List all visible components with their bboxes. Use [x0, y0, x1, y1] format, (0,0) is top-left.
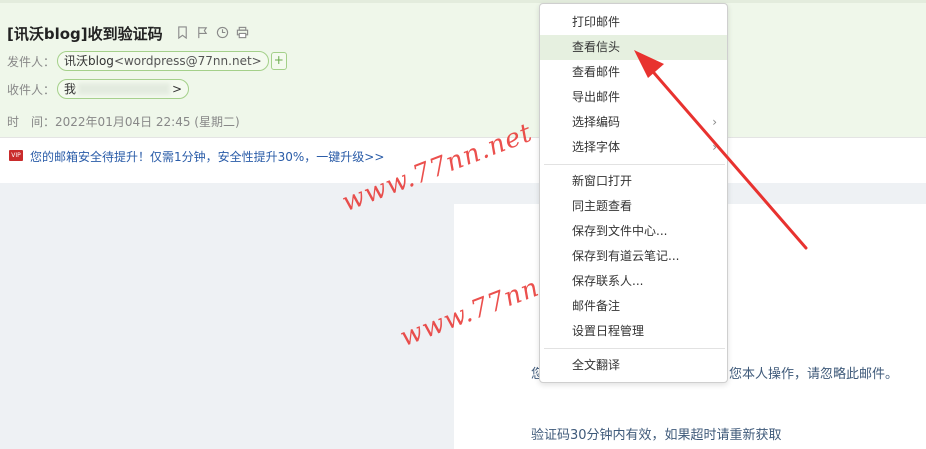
menu-item-label: 同主题查看 — [572, 199, 633, 213]
menu-item-label: 邮件备注 — [572, 299, 621, 313]
to-label: 收件人： — [7, 82, 56, 97]
menu-item-label: 新窗口打开 — [572, 174, 633, 188]
menu-item-view-header[interactable]: 查看信头 — [540, 35, 727, 60]
menu-item-export[interactable]: 导出邮件 — [540, 85, 727, 110]
menu-item-label: 选择编码 — [572, 115, 621, 129]
menu-item-label: 查看邮件 — [572, 65, 621, 79]
context-menu: 打印邮件 查看信头 查看邮件 导出邮件 选择编码 › 选择字体 › 新窗口打开 同主… — [539, 3, 728, 383]
menu-item-label: 选择字体 — [572, 140, 621, 154]
menu-divider — [544, 348, 725, 349]
menu-item-label: 保存联系人... — [572, 274, 644, 288]
menu-item-view-mail[interactable]: 查看邮件 — [540, 60, 727, 85]
security-upgrade-link[interactable]: 您的邮箱安全待提升！仅需1分钟，安全性提升30%，一键升级>> — [30, 148, 384, 165]
menu-item-label: 全文翻译 — [572, 358, 621, 372]
flag-icon[interactable] — [195, 25, 209, 39]
subject-toolbar — [175, 25, 249, 39]
menu-item-save-contact[interactable]: 保存联系人... — [540, 269, 727, 294]
to-row: 收件人： 我 > — [7, 79, 190, 99]
menu-item-same-topic[interactable]: 同主题查看 — [540, 194, 727, 219]
menu-item-label: 导出邮件 — [572, 90, 621, 104]
time-label: 时 间： — [7, 115, 56, 129]
mail-subject: [讯沃blog]收到验证码 — [7, 25, 163, 43]
sender-address: <wordpress@77nn.net> — [113, 54, 262, 68]
vip-badge-icon: VIP — [9, 150, 23, 161]
menu-item-save-youdao[interactable]: 保存到有道云笔记... — [540, 244, 727, 269]
menu-item-label: 查看信头 — [572, 40, 621, 54]
clock-icon[interactable] — [215, 25, 229, 39]
body-text-line1-end: 您本人操作，请忽略此邮件。 — [729, 367, 899, 382]
add-contact-button[interactable]: + — [270, 52, 287, 70]
body-text-line2: 验证码30分钟内有效，如果超时请重新获取 — [531, 428, 782, 443]
menu-item-new-window[interactable]: 新窗口打开 — [540, 169, 727, 194]
recipient-name: 我 — [64, 82, 77, 96]
from-row: 发件人： 讯沃blog <wordpress@77nn.net> + — [7, 51, 287, 71]
redacted-address — [78, 83, 171, 95]
chevron-right-icon: › — [712, 115, 717, 129]
print-icon[interactable] — [235, 25, 249, 39]
chevron-right-icon: › — [712, 140, 717, 154]
mail-header: [讯沃blog]收到验证码 发件人： 讯沃blog <wordpress@77n… — [0, 0, 926, 137]
time-row: 时 间：2022年01月04日 22:45 (星期二) — [7, 113, 240, 130]
sender-chip[interactable]: 讯沃blog <wordpress@77nn.net> — [57, 51, 269, 71]
recipient-chip-end: > — [172, 82, 183, 96]
menu-item-label: 打印邮件 — [572, 15, 621, 29]
menu-item-label: 保存到有道云笔记... — [572, 249, 680, 263]
menu-divider — [544, 164, 725, 165]
menu-item-font[interactable]: 选择字体 › — [540, 135, 727, 160]
menu-item-schedule[interactable]: 设置日程管理 — [540, 319, 727, 344]
time-value: 2022年01月04日 22:45 (星期二) — [55, 115, 240, 129]
menu-item-label: 设置日程管理 — [572, 324, 645, 338]
recipient-chip[interactable]: 我 > — [57, 79, 190, 99]
menu-item-encoding[interactable]: 选择编码 › — [540, 110, 727, 135]
menu-item-translate[interactable]: 全文翻译 — [540, 353, 727, 378]
from-label: 发件人： — [7, 54, 56, 69]
menu-item-save-file-center[interactable]: 保存到文件中心... — [540, 219, 727, 244]
menu-item-print[interactable]: 打印邮件 — [540, 10, 727, 35]
sender-name: 讯沃blog — [64, 54, 114, 68]
menu-item-mail-note[interactable]: 邮件备注 — [540, 294, 727, 319]
menu-item-label: 保存到文件中心... — [572, 224, 668, 238]
bookmark-icon[interactable] — [175, 25, 189, 39]
